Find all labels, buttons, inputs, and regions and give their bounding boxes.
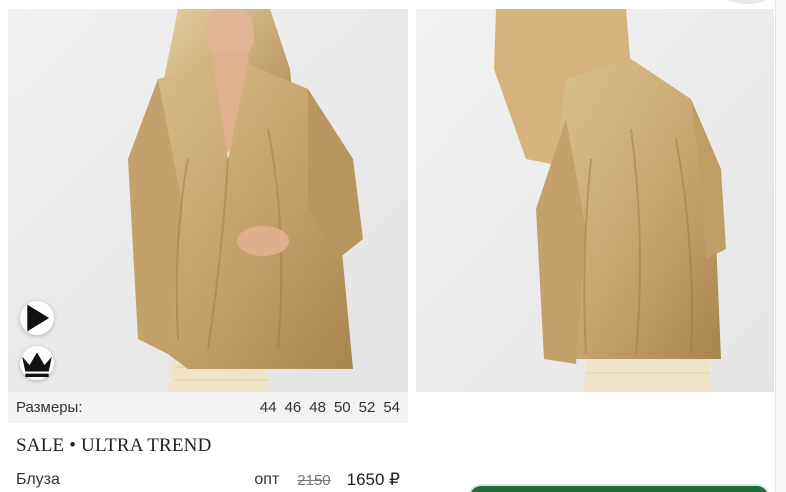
model-back-image (416, 9, 774, 392)
scrollbar[interactable] (775, 0, 786, 492)
old-price: 2150 (297, 471, 331, 489)
product-brand[interactable]: SALE • ULTRA TREND (16, 435, 408, 457)
current-price: 1650 ₽ (346, 470, 400, 489)
product-photo-back[interactable] (416, 9, 774, 392)
size-option-50[interactable]: 50 (334, 399, 351, 416)
sizes-row: Размеры: 44 46 48 50 52 54 (8, 392, 408, 423)
size-option-52[interactable]: 52 (359, 399, 376, 416)
product-name[interactable]: Блуза (16, 471, 254, 489)
product-card-secondary[interactable] (416, 9, 774, 392)
crown-icon (22, 352, 52, 378)
wholesale-label: опт (254, 471, 280, 488)
product-photo-front[interactable] (8, 9, 408, 392)
floating-button-shadow (724, 0, 770, 4)
premium-button[interactable] (20, 346, 54, 380)
size-option-44[interactable]: 44 (260, 399, 277, 416)
size-option-46[interactable]: 46 (285, 399, 302, 416)
play-icon (27, 304, 50, 332)
size-option-48[interactable]: 48 (309, 399, 326, 416)
product-card[interactable]: Размеры: 44 46 48 50 52 54 SALE • ULTRA … (8, 9, 408, 490)
floating-action-bar[interactable] (470, 486, 768, 492)
play-video-button[interactable] (20, 301, 54, 335)
price-row: Блуза опт 2150 1650 ₽ (8, 470, 408, 490)
model-front-image (8, 9, 408, 392)
sizes-list: 44 46 48 50 52 54 (260, 399, 400, 416)
size-option-54[interactable]: 54 (383, 399, 400, 416)
sizes-label: Размеры: (16, 399, 83, 416)
